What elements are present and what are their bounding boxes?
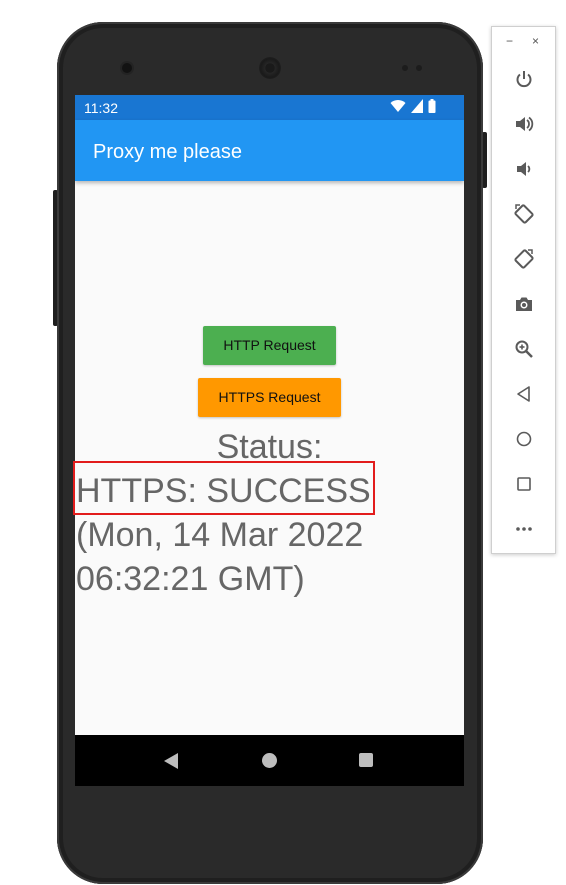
status-date-line-2: 06:32:21 GMT) — [76, 560, 305, 598]
status-label: Status: — [216, 428, 323, 466]
https-request-button[interactable]: HTTPS Request — [198, 378, 341, 417]
status-time: 11:32 — [84, 100, 118, 116]
status-date-line-1: (Mon, 14 Mar 2022 — [76, 516, 364, 554]
power-icon[interactable] — [509, 64, 539, 94]
home-icon[interactable] — [509, 424, 539, 454]
minimize-icon[interactable]: − — [506, 35, 513, 47]
close-icon[interactable]: × — [532, 35, 539, 47]
zoom-icon[interactable] — [509, 334, 539, 364]
back-icon[interactable] — [509, 379, 539, 409]
status-result: HTTPS: SUCCESS — [76, 472, 371, 510]
more-icon[interactable] — [509, 514, 539, 544]
status-text: Status: HTTPS: SUCCESS (Mon, 14 Mar 2022… — [76, 425, 463, 601]
wifi-icon — [390, 99, 406, 118]
nav-back-icon[interactable] — [164, 753, 178, 769]
signal-icon — [411, 98, 423, 118]
battery-icon — [428, 98, 436, 118]
http-request-button[interactable]: HTTP Request — [203, 326, 336, 365]
rotate-left-icon[interactable] — [509, 199, 539, 229]
proximity-sensor-icon — [402, 65, 408, 71]
emulator-toolbar: − × — [491, 26, 556, 554]
volume-down-icon[interactable] — [509, 154, 539, 184]
nav-recents-icon[interactable] — [359, 753, 373, 767]
status-icons — [390, 98, 436, 118]
device-screen: 11:32 Proxy me please HTTP Request HTTPS… — [75, 95, 464, 786]
earpiece-speaker-icon — [259, 57, 281, 79]
emulator-window: 11:32 Proxy me please HTTP Request HTTPS… — [0, 0, 566, 885]
light-sensor-icon — [416, 65, 422, 71]
status-bar: 11:32 — [75, 95, 464, 120]
front-camera-icon — [122, 63, 132, 73]
volume-up-icon[interactable] — [509, 109, 539, 139]
rotate-right-icon[interactable] — [509, 244, 539, 274]
navigation-bar — [75, 735, 464, 786]
app-title: Proxy me please — [93, 141, 242, 163]
overview-icon[interactable] — [509, 469, 539, 499]
nav-home-icon[interactable] — [262, 753, 277, 768]
camera-icon[interactable] — [509, 289, 539, 319]
app-bar: Proxy me please — [75, 120, 464, 181]
